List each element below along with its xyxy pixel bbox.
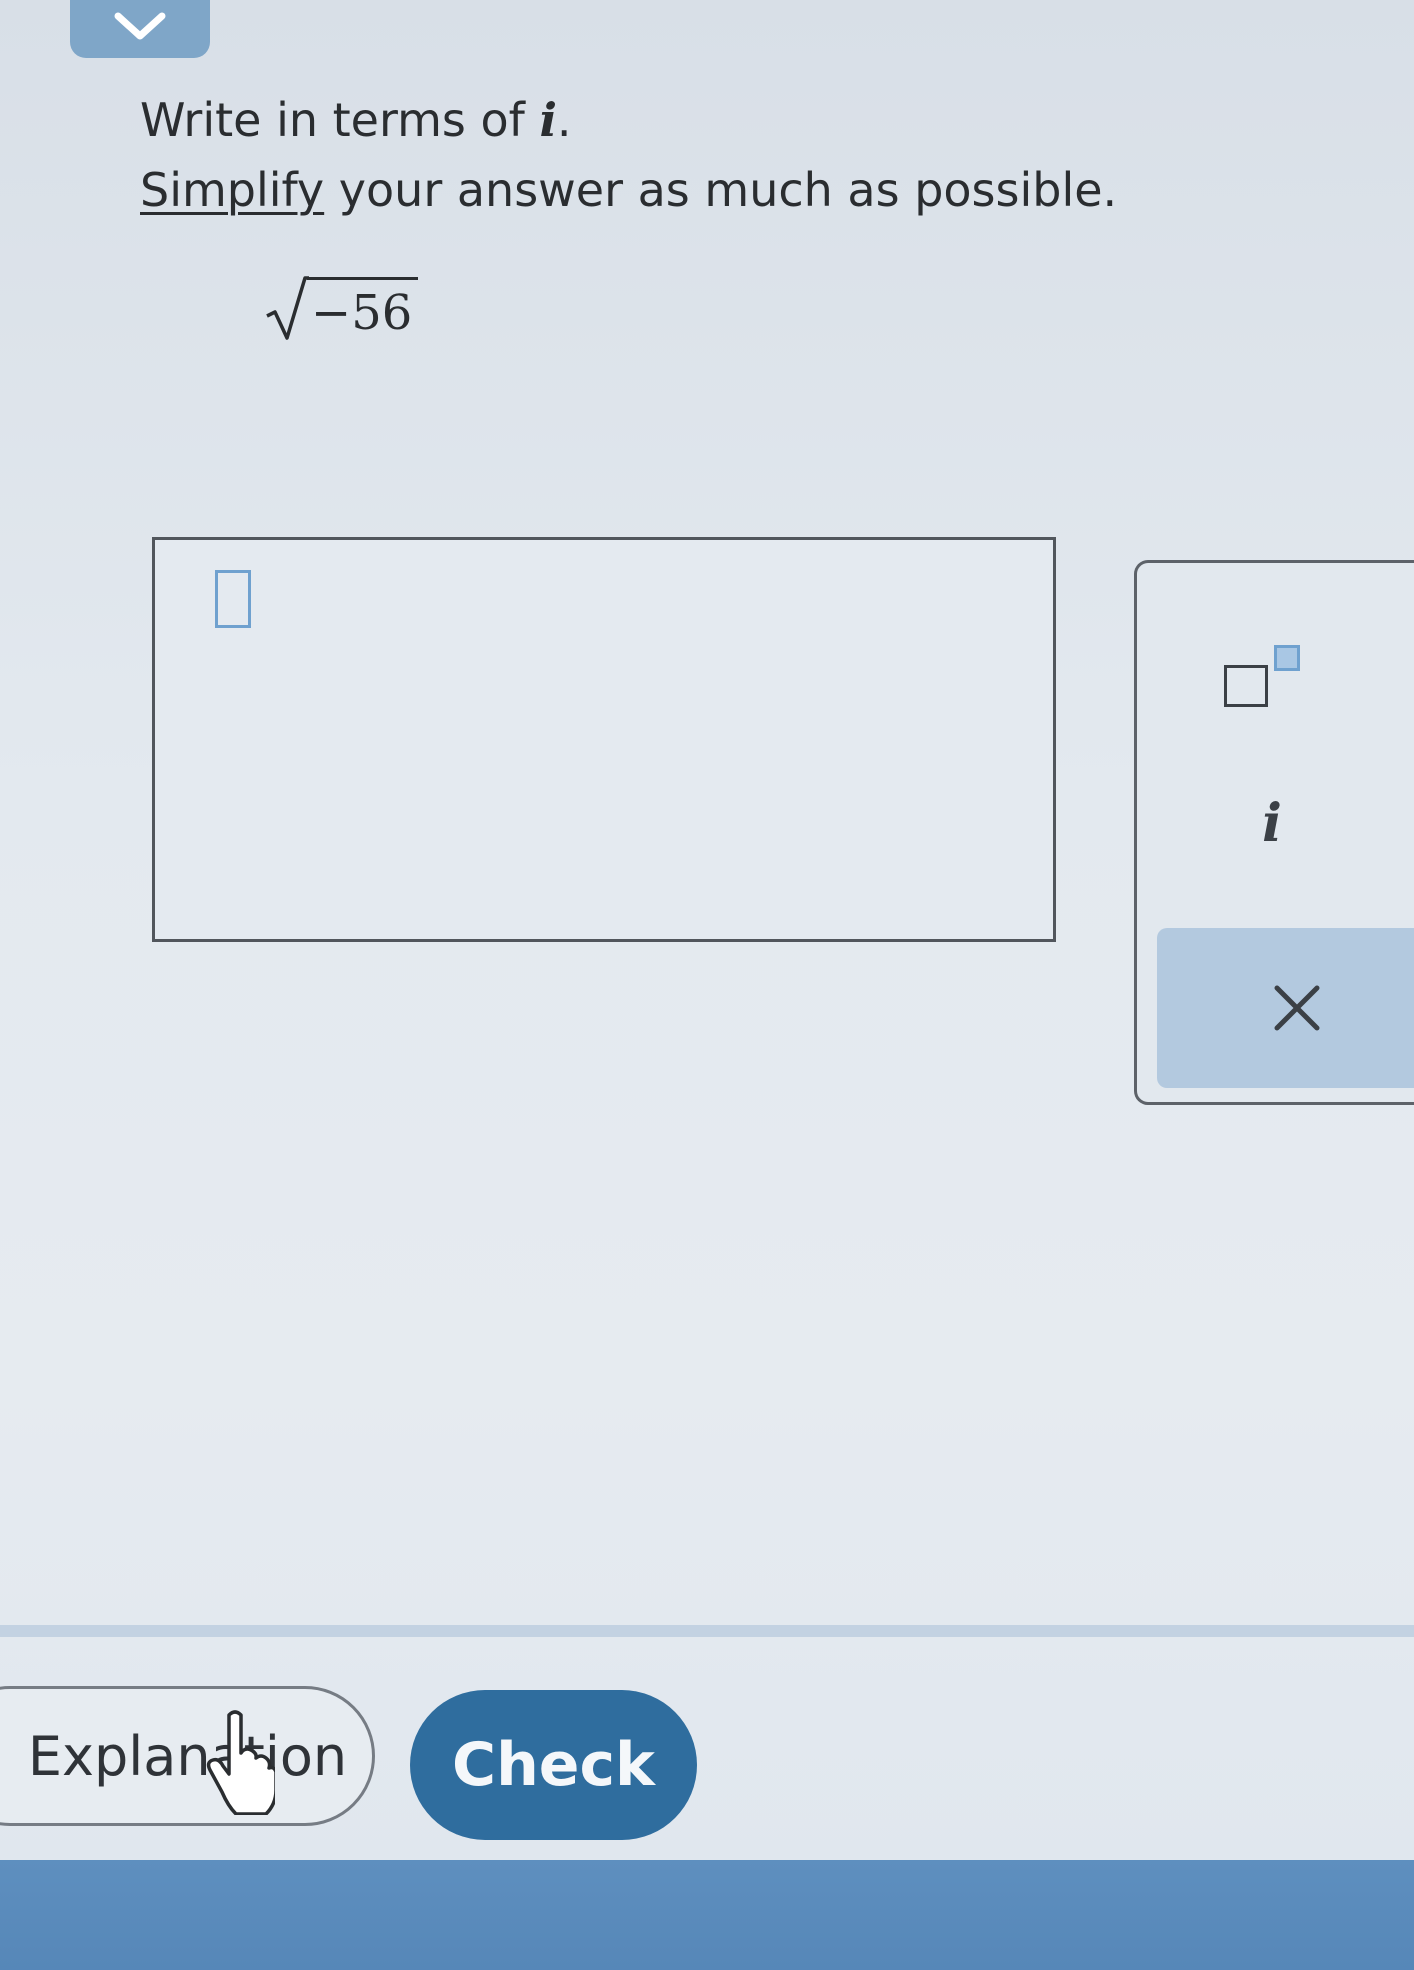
math-keypad: i: [1134, 560, 1414, 1105]
check-button[interactable]: Check: [410, 1690, 697, 1840]
page: Write in terms of i. Simplify your answe…: [0, 0, 1414, 1970]
instruction-line-1: Write in terms of i.: [140, 85, 1117, 155]
clear-button[interactable]: [1157, 928, 1414, 1088]
explanation-button[interactable]: Explanation: [0, 1686, 375, 1826]
superscript-template-icon: [1224, 665, 1268, 707]
chevron-down-icon: [114, 12, 166, 40]
instruction-text-2: your answer as much as possible.: [324, 163, 1118, 217]
superscript-button[interactable]: [1192, 623, 1332, 723]
hand-pointer-icon: [206, 1710, 275, 1815]
footer-band: [0, 1860, 1414, 1970]
i-button[interactable]: i: [1222, 773, 1322, 873]
instruction-text: Write in terms of: [140, 93, 540, 147]
math-expression: −56: [265, 262, 419, 342]
superscript-exponent-slot: [1274, 645, 1300, 671]
radical-sign-icon: [266, 276, 309, 340]
simplify-link[interactable]: Simplify: [140, 163, 324, 217]
footer-divider: [0, 1625, 1414, 1637]
imaginary-unit-symbol: i: [539, 93, 557, 147]
answer-cursor-slot[interactable]: [215, 570, 251, 628]
instruction-period: .: [556, 93, 572, 147]
instruction-line-2: Simplify your answer as much as possible…: [140, 155, 1117, 225]
close-icon: [1274, 985, 1320, 1031]
radicand: −56: [307, 277, 419, 342]
question-instructions: Write in terms of i. Simplify your answe…: [140, 85, 1117, 225]
collapse-toggle[interactable]: [70, 0, 210, 58]
answer-input[interactable]: [152, 537, 1056, 942]
